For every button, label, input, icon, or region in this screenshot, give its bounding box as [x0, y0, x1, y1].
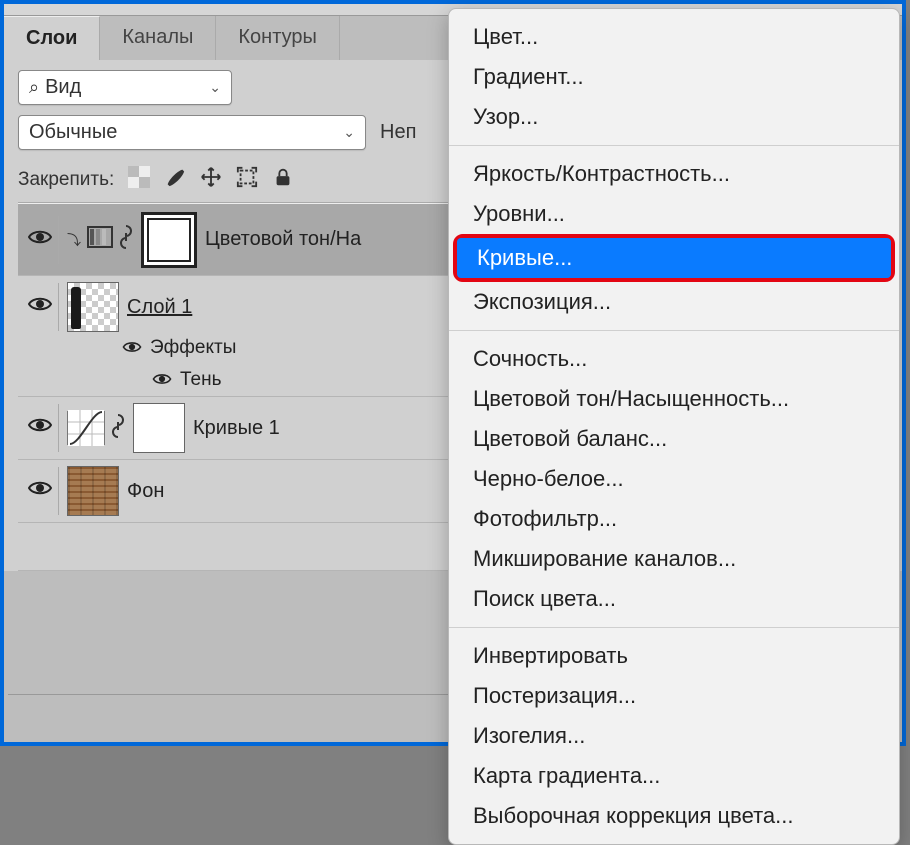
hue-sat-adjustment-icon [87, 226, 113, 253]
layer-thumbnail[interactable] [67, 466, 119, 516]
visibility-toggle[interactable] [22, 295, 58, 319]
menu-separator [449, 627, 899, 628]
visibility-toggle[interactable] [152, 370, 172, 391]
lock-label: Закрепить: [18, 169, 114, 191]
link-mask-icon[interactable] [119, 224, 133, 255]
tab-layers[interactable]: Слои [4, 16, 100, 60]
curves-adjustment-icon [67, 411, 105, 445]
menu-separator [449, 330, 899, 331]
layer-name[interactable]: Слой 1 [127, 296, 192, 319]
layer-mask-thumbnail[interactable] [133, 403, 185, 453]
highlighted-menu-item: Кривые... [453, 234, 895, 282]
tab-channels[interactable]: Каналы [100, 16, 216, 60]
menu-item-curves[interactable]: Кривые... [457, 238, 891, 278]
blend-mode-dropdown[interactable]: Обычные ⌄ [18, 115, 366, 150]
menu-item-pattern[interactable]: Узор... [449, 97, 899, 137]
layer-name: Цветовой тон/На [205, 228, 361, 251]
menu-item-gradient[interactable]: Градиент... [449, 57, 899, 97]
menu-item-levels[interactable]: Уровни... [449, 194, 899, 234]
layer-name: Кривые 1 [193, 417, 280, 440]
lock-artboard-icon[interactable] [236, 166, 258, 194]
menu-item-brightness-contrast[interactable]: Яркость/Контрастность... [449, 154, 899, 194]
lock-brush-icon[interactable] [164, 166, 186, 194]
menu-item-invert[interactable]: Инвертировать [449, 636, 899, 676]
filter-view-dropdown[interactable]: ⌕ Вид ⌄ [18, 70, 232, 105]
menu-item-color-balance[interactable]: Цветовой баланс... [449, 419, 899, 459]
tab-paths[interactable]: Контуры [216, 16, 339, 60]
menu-item-threshold[interactable]: Изогелия... [449, 716, 899, 756]
filter-view-label: Вид [45, 76, 81, 99]
link-mask-icon[interactable] [111, 413, 125, 444]
effects-label: Эффекты [150, 337, 236, 359]
visibility-toggle[interactable] [22, 416, 58, 440]
menu-item-channel-mixer[interactable]: Микширование каналов... [449, 539, 899, 579]
lock-position-icon[interactable] [200, 166, 222, 194]
chevron-down-icon: ⌄ [333, 124, 355, 141]
adjustment-layer-menu: Цвет... Градиент... Узор... Яркость/Конт… [448, 8, 900, 845]
menu-item-vibrance[interactable]: Сочность... [449, 339, 899, 379]
visibility-toggle[interactable] [22, 228, 58, 252]
visibility-toggle[interactable] [22, 479, 58, 503]
chevron-down-icon: ⌄ [199, 79, 221, 96]
menu-item-gradient-map[interactable]: Карта градиента... [449, 756, 899, 796]
menu-item-photo-filter[interactable]: Фотофильтр... [449, 499, 899, 539]
layer-thumbnail[interactable] [67, 282, 119, 332]
menu-item-color-lookup[interactable]: Поиск цвета... [449, 579, 899, 619]
menu-item-black-white[interactable]: Черно-белое... [449, 459, 899, 499]
visibility-toggle[interactable] [122, 338, 142, 359]
menu-item-color[interactable]: Цвет... [449, 17, 899, 57]
blend-mode-label: Обычные [29, 121, 117, 144]
menu-item-exposure[interactable]: Экспозиция... [449, 282, 899, 322]
lock-transparency-icon[interactable] [128, 166, 150, 194]
lock-all-icon[interactable] [272, 166, 294, 194]
layer-mask-thumbnail[interactable] [141, 212, 197, 268]
menu-separator [449, 145, 899, 146]
collapse-indicator-icon: ⤵ [67, 230, 81, 250]
opacity-label-partial: Неп [380, 121, 416, 144]
shadow-label: Тень [180, 369, 222, 391]
menu-item-selective-color[interactable]: Выборочная коррекция цвета... [449, 796, 899, 836]
menu-item-posterize[interactable]: Постеризация... [449, 676, 899, 716]
layer-name: Фон [127, 480, 164, 503]
menu-item-hue-saturation[interactable]: Цветовой тон/Насыщенность... [449, 379, 899, 419]
search-icon: ⌕ [29, 77, 39, 98]
